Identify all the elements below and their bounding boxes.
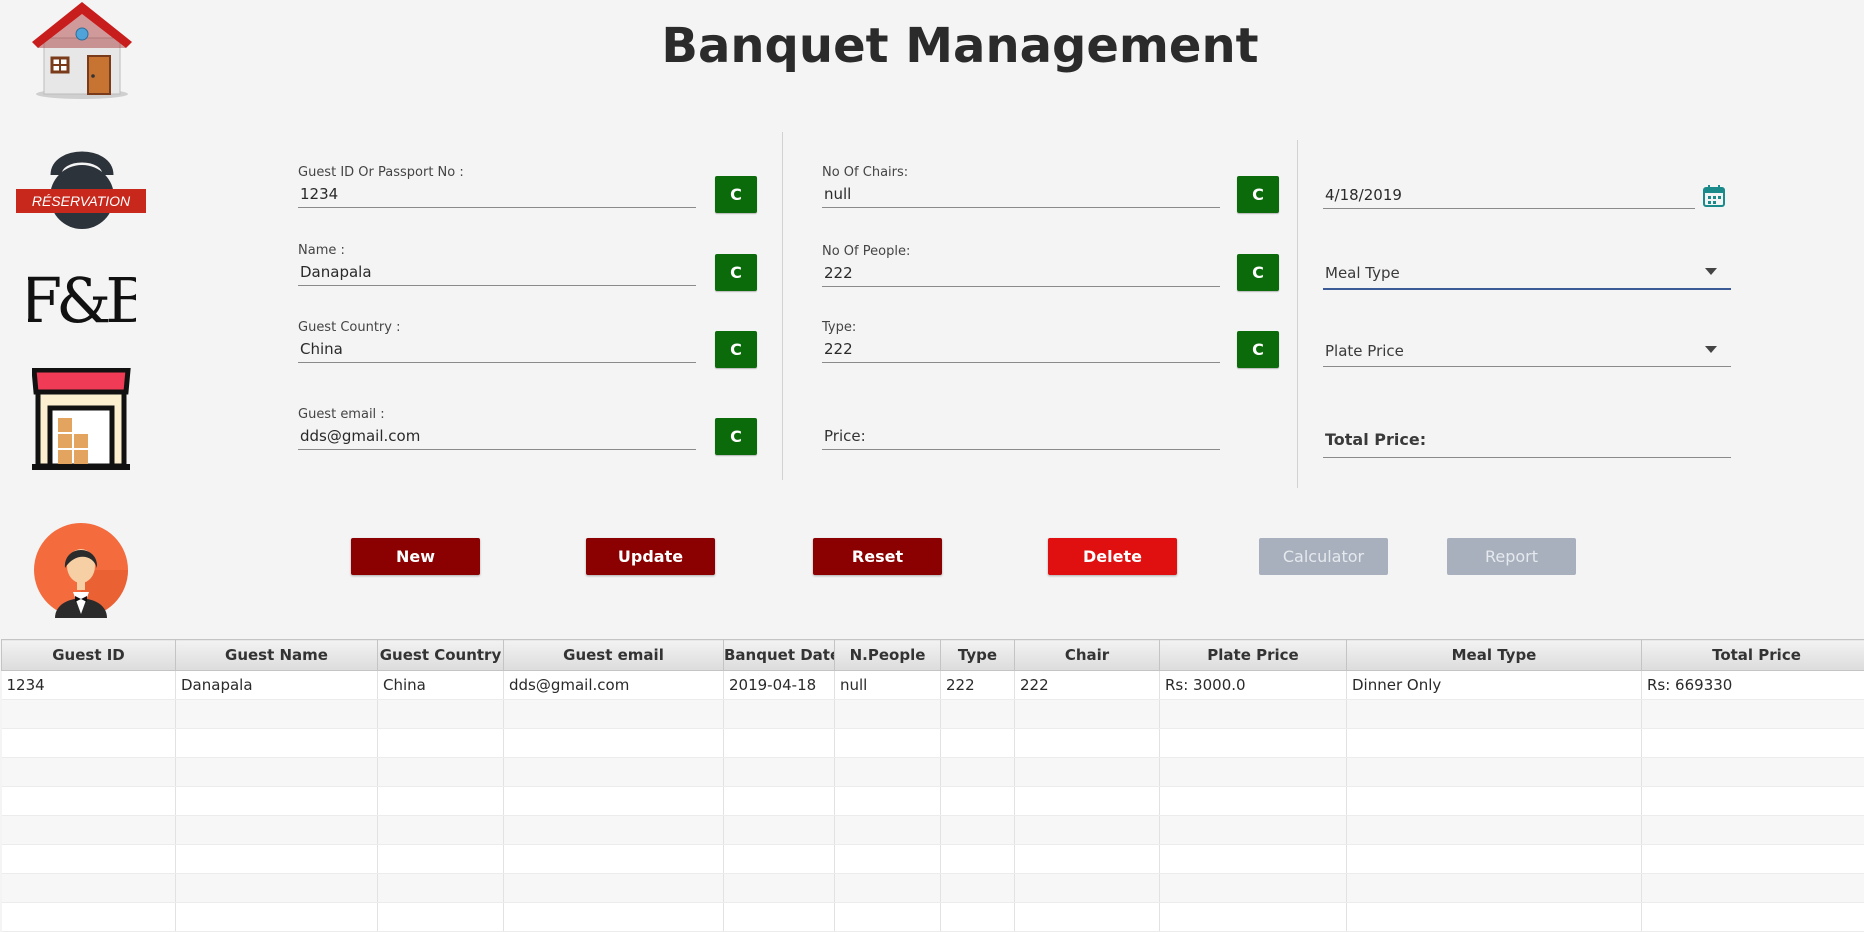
name-field[interactable]: Name : Danapala (298, 242, 696, 286)
clear-name-button[interactable]: C (715, 254, 757, 291)
clear-guest-id-button[interactable]: C (715, 176, 757, 213)
delete-button[interactable]: Delete (1048, 538, 1177, 575)
new-button[interactable]: New (351, 538, 480, 575)
column-header-type[interactable]: Type (941, 640, 1015, 671)
sidebar-item-store[interactable] (32, 368, 132, 472)
clear-type-button[interactable]: C (1237, 331, 1279, 368)
column-header-guest-id[interactable]: Guest ID (2, 640, 176, 671)
type-input[interactable]: 222 (822, 337, 1220, 363)
cell-chair: 222 (1015, 671, 1160, 700)
table-header-row: Guest ID Guest Name Guest Country Guest … (2, 640, 1864, 671)
chairs-field[interactable]: No Of Chairs: null (822, 164, 1220, 208)
sidebar-item-reservation[interactable]: RÉSERVATION (16, 145, 148, 231)
clear-email-button[interactable]: C (715, 418, 757, 455)
page-title: Banquet Management (0, 18, 1864, 74)
people-label: No Of People: (822, 243, 1220, 261)
sidebar-item-profile[interactable] (33, 522, 129, 618)
column-header-chair[interactable]: Chair (1015, 640, 1160, 671)
table-row-empty (2, 845, 1864, 874)
cell-plate-price: Rs: 3000.0 (1160, 671, 1347, 700)
clear-chairs-button[interactable]: C (1237, 176, 1279, 213)
guest-id-input[interactable]: 1234 (298, 182, 696, 208)
column-header-guest-country[interactable]: Guest Country (378, 640, 504, 671)
price-field[interactable]: Price: (822, 424, 1220, 450)
meal-type-select[interactable]: Meal Type (1323, 256, 1731, 290)
table-row[interactable]: 1234 Danapala China dds@gmail.com 2019-0… (2, 671, 1864, 700)
report-button[interactable]: Report (1447, 538, 1576, 575)
chairs-input[interactable]: null (822, 182, 1220, 208)
cell-guest-name: Danapala (176, 671, 378, 700)
kettlebell-icon: RÉSERVATION (16, 145, 148, 231)
table-row-empty (2, 903, 1864, 932)
country-label: Guest Country : (298, 319, 696, 337)
store-icon (32, 368, 132, 472)
table-row-empty (2, 816, 1864, 845)
price-input[interactable]: Price: (822, 424, 1220, 450)
clear-people-button[interactable]: C (1237, 254, 1279, 291)
cell-type: 222 (941, 671, 1015, 700)
table-row-empty (2, 700, 1864, 729)
cell-banquet-date: 2019-04-18 (724, 671, 835, 700)
plate-price-placeholder: Plate Price (1325, 342, 1404, 360)
type-field[interactable]: Type: 222 (822, 319, 1220, 363)
table-row-empty (2, 758, 1864, 787)
column-header-guest-name[interactable]: Guest Name (176, 640, 378, 671)
cell-guest-email: dds@gmail.com (504, 671, 724, 700)
date-input[interactable]: 4/18/2019 (1323, 183, 1695, 209)
cell-meal-type: Dinner Only (1347, 671, 1642, 700)
plate-price-select[interactable]: Plate Price (1323, 334, 1731, 367)
column-header-plate-price[interactable]: Plate Price (1160, 640, 1347, 671)
reservation-label: RÉSERVATION (32, 193, 131, 209)
cell-n-people: null (835, 671, 941, 700)
email-label: Guest email : (298, 406, 696, 424)
calculator-button[interactable]: Calculator (1259, 538, 1388, 575)
form-divider-1 (782, 132, 783, 480)
cell-guest-country: China (378, 671, 504, 700)
chairs-label: No Of Chairs: (822, 164, 1220, 182)
table-row-empty (2, 874, 1864, 903)
update-button[interactable]: Update (586, 538, 715, 575)
table-row-empty (2, 787, 1864, 816)
sidebar-item-home[interactable] (28, 0, 134, 100)
guest-id-label: Guest ID Or Passport No : (298, 164, 696, 182)
fnb-logo-icon: F&B (28, 266, 136, 330)
form-divider-2 (1297, 140, 1298, 488)
type-label: Type: (822, 319, 1220, 337)
guest-table[interactable]: Guest ID Guest Name Guest Country Guest … (1, 639, 1864, 932)
date-field[interactable]: 4/18/2019 (1323, 183, 1695, 209)
cell-total-price: Rs: 669330 (1642, 671, 1864, 700)
column-header-meal-type[interactable]: Meal Type (1347, 640, 1642, 671)
sidebar-item-fnb[interactable]: F&B (28, 266, 136, 330)
total-price-field: Total Price: (1323, 424, 1731, 458)
column-header-n-people[interactable]: N.People (835, 640, 941, 671)
table-row-empty (2, 729, 1864, 758)
column-header-guest-email[interactable]: Guest email (504, 640, 724, 671)
column-header-total-price[interactable]: Total Price (1642, 640, 1864, 671)
name-input[interactable]: Danapala (298, 260, 696, 286)
meal-type-placeholder: Meal Type (1325, 264, 1400, 282)
guest-id-field[interactable]: Guest ID Or Passport No : 1234 (298, 164, 696, 208)
chevron-down-icon (1705, 346, 1717, 353)
people-input[interactable]: 222 (822, 261, 1220, 287)
waiter-avatar-icon (33, 522, 129, 618)
reset-button[interactable]: Reset (813, 538, 942, 575)
total-price-label: Total Price: (1325, 430, 1426, 449)
clear-country-button[interactable]: C (715, 331, 757, 368)
chevron-down-icon (1705, 268, 1717, 275)
email-input[interactable]: dds@gmail.com (298, 424, 696, 450)
calendar-icon[interactable] (1703, 185, 1725, 207)
people-field[interactable]: No Of People: 222 (822, 243, 1220, 287)
country-field[interactable]: Guest Country : China (298, 319, 696, 363)
column-header-banquet-date[interactable]: Banquet Date (724, 640, 835, 671)
country-input[interactable]: China (298, 337, 696, 363)
cell-guest-id: 1234 (2, 671, 176, 700)
name-label: Name : (298, 242, 696, 260)
email-field[interactable]: Guest email : dds@gmail.com (298, 406, 696, 450)
fnb-label: F&B (28, 266, 136, 330)
home-icon (28, 0, 134, 100)
